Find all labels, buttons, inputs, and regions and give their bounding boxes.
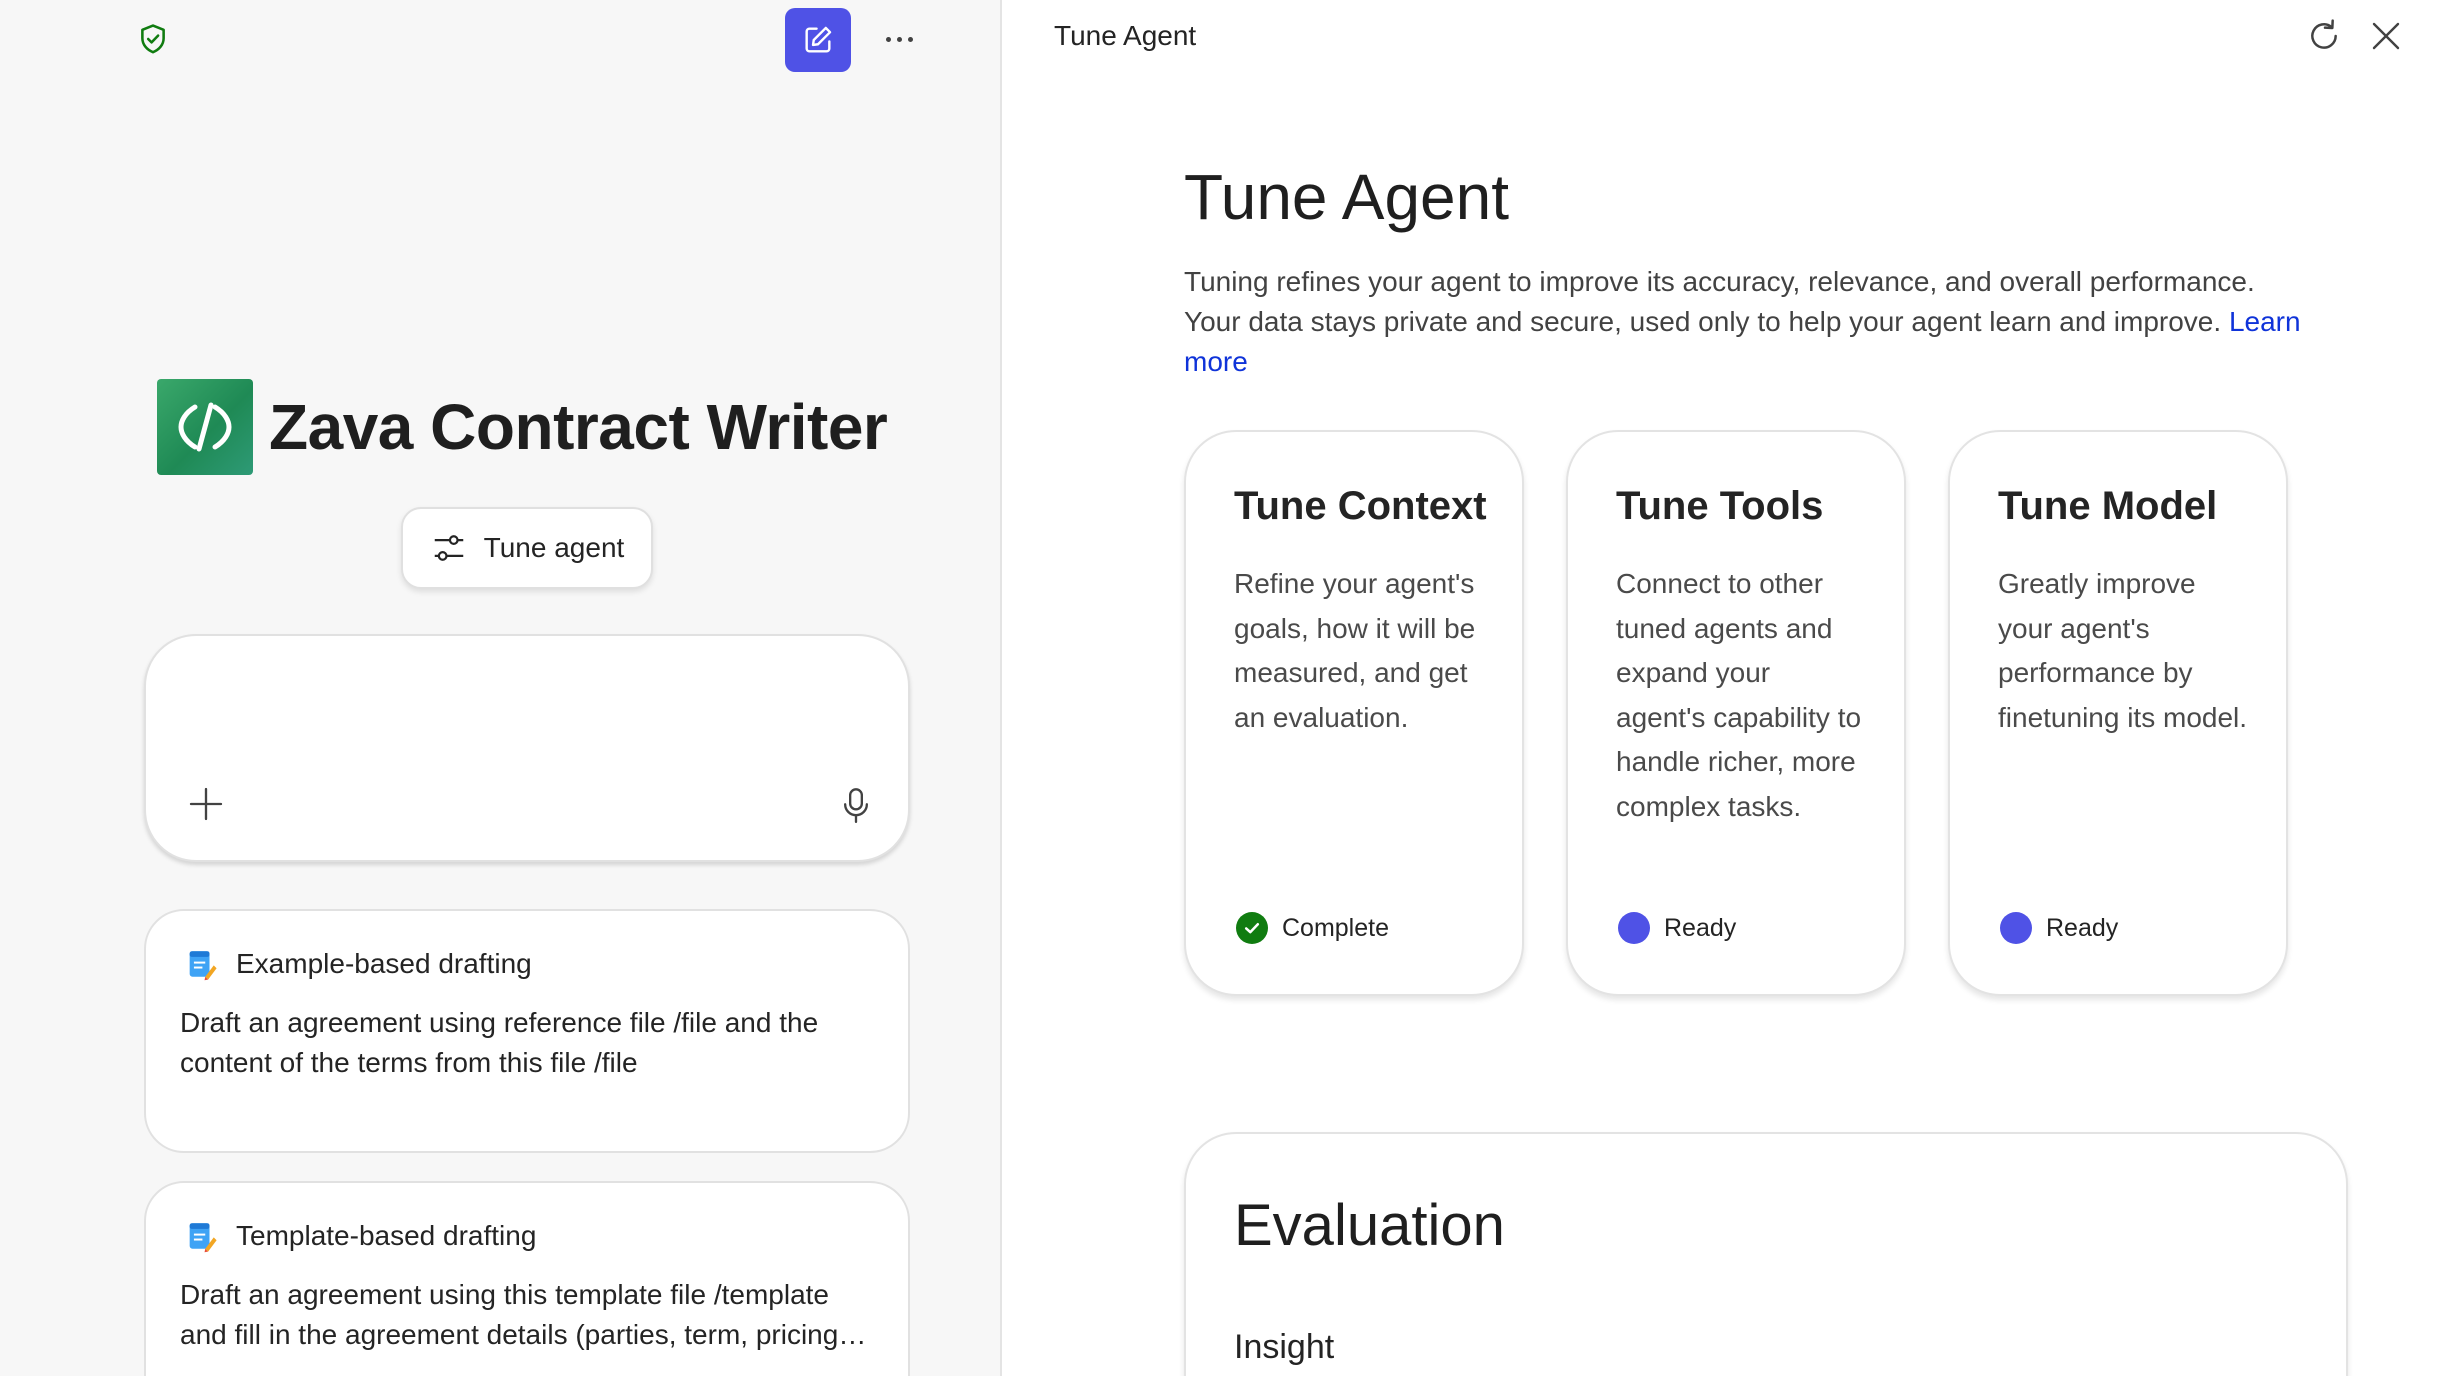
prompt-card-title: Template-based drafting <box>236 1220 537 1251</box>
checkmark-circle-icon <box>1236 912 1268 944</box>
evaluation-title: Evaluation <box>1234 1193 1505 1258</box>
card-title: Tune Context <box>1234 484 1487 528</box>
tune-model-card[interactable]: Tune Model Greatly improve your agent's … <box>1948 430 2288 996</box>
panel-title: Tune Agent <box>1054 20 1197 51</box>
page-heading: Tune Agent <box>1184 161 1509 233</box>
tune-agent-label: Tune agent <box>483 532 625 563</box>
tune-agent-button[interactable]: Tune agent <box>401 507 653 589</box>
card-title: Tune Tools <box>1616 484 1824 528</box>
more-options-icon[interactable] <box>876 16 922 62</box>
prompt-card-template-drafting[interactable]: Template-based drafting Draft an agreeme… <box>144 1181 910 1376</box>
prompt-card-title: Example-based drafting <box>236 948 532 979</box>
agent-header: Zava Contract Writer <box>157 379 888 475</box>
microphone-icon[interactable] <box>836 784 876 828</box>
status-label: Ready <box>1664 913 1737 942</box>
chat-pane: Zava Contract Writer Tune agent Example-… <box>0 0 1002 1376</box>
agent-name: Zava Contract Writer <box>269 391 888 463</box>
prompt-card-example-drafting[interactable]: Example-based drafting Draft an agreemen… <box>144 909 910 1153</box>
shield-check-icon[interactable] <box>136 22 170 56</box>
add-attachment-icon[interactable] <box>186 784 226 824</box>
close-icon[interactable] <box>2368 18 2404 54</box>
prompt-card-text: Draft an agreement using reference file … <box>180 1007 819 1078</box>
chat-composer[interactable] <box>144 634 910 862</box>
status-badge: Complete <box>1236 912 1389 944</box>
status-dot-icon <box>1618 912 1650 944</box>
card-description: Refine your agent's goals, how it will b… <box>1234 568 1476 733</box>
description-text: Tuning refines your agent to improve its… <box>1184 266 2255 337</box>
status-label: Ready <box>2046 913 2119 942</box>
notepad-icon <box>189 1223 217 1253</box>
status-dot-icon <box>2000 912 2032 944</box>
insight-heading: Insight <box>1234 1328 1335 1366</box>
tune-agent-panel: Tune Agent Tune Agent Tuning refines you… <box>1004 0 2446 1376</box>
tune-context-card[interactable]: Tune Context Refine your agent's goals, … <box>1184 430 1524 996</box>
card-title: Tune Model <box>1998 484 2218 528</box>
tune-tools-card[interactable]: Tune Tools Connect to other tuned agents… <box>1566 430 1906 996</box>
status-label: Complete <box>1282 913 1389 942</box>
evaluation-card: Evaluation Insight <box>1184 1132 2348 1376</box>
notepad-icon <box>189 951 217 981</box>
card-description: Connect to other tuned agents and expand… <box>1616 568 1862 822</box>
compose-icon <box>805 26 832 53</box>
refresh-icon[interactable] <box>2304 16 2344 56</box>
new-chat-button[interactable] <box>785 8 851 72</box>
agent-logo <box>157 379 253 475</box>
status-badge: Ready <box>2000 912 2118 944</box>
card-description: Greatly improve your agent's performance… <box>1998 568 2248 733</box>
prompt-card-text: Draft an agreement using this template f… <box>180 1279 847 1350</box>
sliders-icon <box>434 535 463 561</box>
status-badge: Ready <box>1618 912 1736 944</box>
page-description: Tuning refines your agent to improve its… <box>1184 262 2314 382</box>
